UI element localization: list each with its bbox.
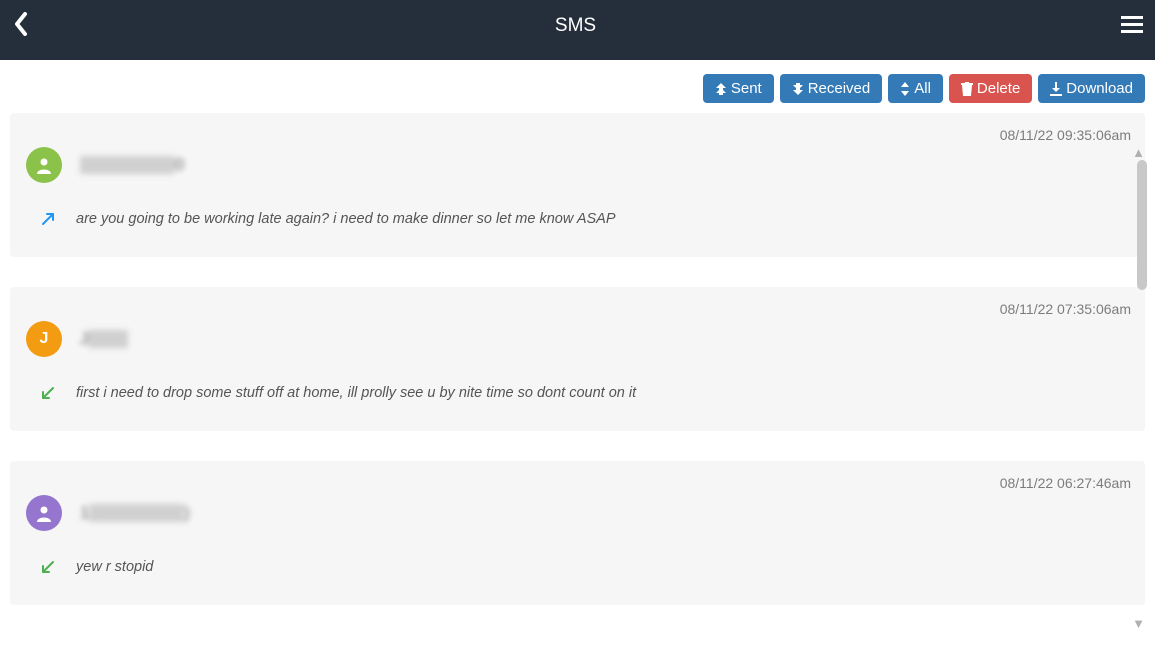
message-body: first i need to drop some stuff off at h… xyxy=(76,385,636,401)
hamburger-icon xyxy=(1121,14,1143,34)
chevron-left-icon xyxy=(12,10,30,38)
top-bar: SMS xyxy=(0,0,1155,60)
outgoing-arrow-icon xyxy=(40,211,56,227)
received-icon xyxy=(792,83,804,95)
menu-button[interactable] xyxy=(1121,14,1143,39)
message-timestamp: 08/11/22 06:27:46am xyxy=(1000,475,1131,491)
message-card[interactable]: 08/11/22 09:35:06am 0 are you going to b… xyxy=(10,113,1145,257)
sender-name: 0 xyxy=(80,154,184,176)
page-title: SMS xyxy=(555,15,596,37)
sent-button[interactable]: Sent xyxy=(703,74,774,103)
message-timestamp: 08/11/22 07:35:06am xyxy=(1000,301,1131,317)
delete-label: Delete xyxy=(977,80,1020,97)
avatar: J xyxy=(26,321,62,357)
avatar xyxy=(26,495,62,531)
delete-button[interactable]: Delete xyxy=(949,74,1032,103)
scrollbar-thumb[interactable] xyxy=(1137,160,1147,290)
person-icon xyxy=(35,504,53,522)
person-icon xyxy=(35,156,53,174)
sent-label: Sent xyxy=(731,80,762,97)
sort-icon xyxy=(900,82,910,96)
incoming-arrow-icon xyxy=(40,559,56,575)
filter-bar: Sent Received All Delete Download xyxy=(0,60,1155,103)
received-button[interactable]: Received xyxy=(780,74,883,103)
scroll-up-button[interactable]: ▲ xyxy=(1132,145,1145,160)
sender-name: J xyxy=(80,328,128,350)
download-label: Download xyxy=(1066,80,1133,97)
scroll-down-button[interactable]: ▼ xyxy=(1132,616,1145,631)
message-body: are you going to be working late again? … xyxy=(76,211,616,227)
incoming-arrow-icon xyxy=(40,385,56,401)
back-button[interactable] xyxy=(12,10,30,43)
all-label: All xyxy=(914,80,931,97)
trash-icon xyxy=(961,82,973,96)
sender-name: 1) xyxy=(80,502,190,524)
message-card[interactable]: 08/11/22 07:35:06am J J first i need to … xyxy=(10,287,1145,431)
message-timestamp: 08/11/22 09:35:06am xyxy=(1000,127,1131,143)
message-body: yew r stopid xyxy=(76,559,153,575)
message-card[interactable]: 08/11/22 06:27:46am 1) yew r stopid xyxy=(10,461,1145,605)
all-button[interactable]: All xyxy=(888,74,943,103)
avatar-letter: J xyxy=(40,330,49,348)
message-list: 08/11/22 09:35:06am 0 are you going to b… xyxy=(0,103,1155,605)
sent-icon xyxy=(715,83,727,95)
avatar xyxy=(26,147,62,183)
received-label: Received xyxy=(808,80,871,97)
download-icon xyxy=(1050,82,1062,96)
download-button[interactable]: Download xyxy=(1038,74,1145,103)
